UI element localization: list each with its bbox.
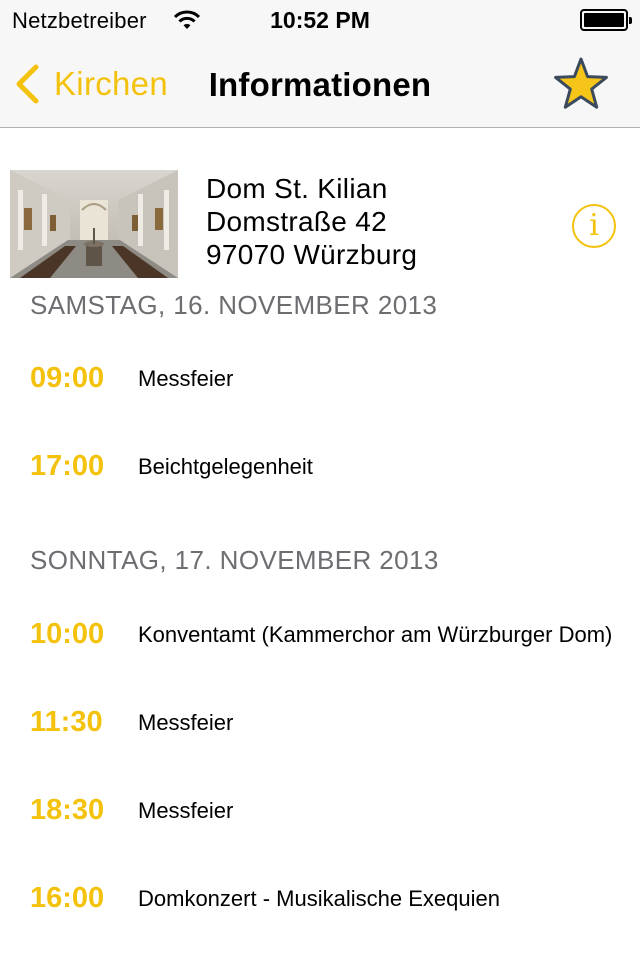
church-street: Domstraße 42: [206, 206, 387, 237]
section-header-saturday: SAMSTAG, 16. NOVEMBER 2013: [30, 290, 438, 320]
event-title: Konventamt (Kammerchor am Würzburger Dom…: [138, 621, 613, 647]
event-time: 09:00: [30, 362, 105, 394]
event-row[interactable]: 18:30 Messfeier: [0, 766, 640, 854]
event-row[interactable]: 09:00 Messfeier: [0, 334, 640, 422]
event-row[interactable]: 16:00 Domkonzert - Musikalische Exequien: [0, 854, 640, 942]
page-title: Informationen: [208, 66, 432, 103]
event-row[interactable]: 17:00 Beichtgelegenheit: [0, 422, 640, 510]
navigation-bar: Kirchen Informationen: [0, 40, 640, 128]
event-row[interactable]: 10:00 Konventamt (Kammerchor am Würzburg…: [0, 590, 640, 678]
star-icon[interactable]: [552, 56, 610, 112]
event-time: 17:00: [30, 450, 105, 482]
church-photo: [10, 170, 178, 278]
church-header: Dom St. Kilian Domstraße 42 97070 Würzbu…: [0, 128, 640, 278]
status-bar: Netzbetreiber 10:52 PM: [0, 0, 640, 40]
event-time: 11:30: [30, 706, 103, 738]
event-time: 16:00: [30, 882, 105, 914]
event-time: 10:00: [30, 618, 105, 650]
info-icon[interactable]: i: [572, 204, 616, 248]
section-header-sunday: SONNTAG, 17. NOVEMBER 2013: [30, 545, 439, 575]
event-title: Messfeier: [138, 365, 234, 391]
church-address: Dom St. Kilian Domstraße 42 97070 Würzbu…: [206, 172, 417, 271]
status-time: 10:52 PM: [270, 7, 370, 33]
event-title: Messfeier: [138, 709, 234, 735]
event-title: Domkonzert - Musikalische Exequien: [138, 885, 500, 911]
event-row[interactable]: 11:30 Messfeier: [0, 678, 640, 766]
event-time: 18:30: [30, 794, 105, 826]
event-title: Messfeier: [138, 797, 234, 823]
church-name: Dom St. Kilian: [206, 173, 388, 204]
church-city: 97070 Würzburg: [206, 239, 418, 270]
battery-icon: [580, 9, 632, 31]
event-title: Beichtgelegenheit: [138, 453, 313, 479]
